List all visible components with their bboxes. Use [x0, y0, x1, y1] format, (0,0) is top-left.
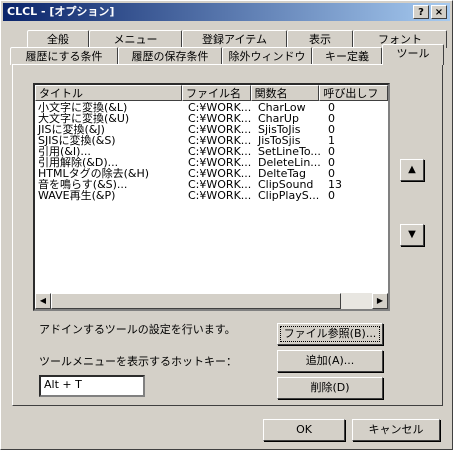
- horizontal-scrollbar[interactable]: ◀ ▶: [35, 293, 388, 309]
- tab-general[interactable]: 全般: [27, 30, 89, 48]
- tools-listview[interactable]: タイトル ファイル名 関数名 呼び出しフ 小文字に変換(&L) C:¥WORK..…: [33, 83, 390, 311]
- hotkey-input[interactable]: Alt + T: [39, 375, 145, 397]
- delete-button[interactable]: 削除(D): [277, 377, 383, 399]
- ok-button[interactable]: OK: [263, 419, 345, 441]
- list-rows: 小文字に変換(&L) C:¥WORK... CharLow 0 大文字に変換(&U) C…: [35, 102, 388, 201]
- table-row[interactable]: SJISに変換(&S) C:¥WORK... JisToSjis 1: [35, 135, 388, 146]
- tab-display[interactable]: 表示: [287, 30, 353, 48]
- tab-history-save[interactable]: 履歴の保存条件: [118, 47, 222, 65]
- title-bar[interactable]: CLCL - [オプション] ? ×: [3, 3, 450, 21]
- move-up-button[interactable]: ▲: [400, 159, 424, 181]
- cancel-button[interactable]: キャンセル: [352, 419, 440, 441]
- add-button[interactable]: 追加(A)...: [277, 350, 383, 372]
- tab-key-definition[interactable]: キー定義: [312, 47, 382, 65]
- tab-exclude-window[interactable]: 除外ウィンドウ: [222, 47, 312, 65]
- hotkey-label: ツールメニューを表示するホットキー：: [39, 355, 237, 368]
- window-title: CLCL - [オプション]: [7, 5, 115, 18]
- tab-menu[interactable]: メニュー: [89, 30, 182, 48]
- column-function[interactable]: 関数名: [250, 85, 320, 101]
- tab-history-conditions[interactable]: 履歴にする条件: [10, 47, 118, 65]
- tab-registered-items[interactable]: 登録アイテム: [182, 30, 287, 48]
- browse-file-button[interactable]: ファイル参照(B)...: [277, 323, 383, 345]
- column-title[interactable]: タイトル: [35, 85, 183, 101]
- list-header: タイトル ファイル名 関数名 呼び出しフ: [35, 85, 388, 101]
- triangle-up-icon: ▲: [408, 164, 416, 175]
- close-button[interactable]: ×: [431, 5, 447, 19]
- table-row[interactable]: HTMLタグの除去(&H) C:¥WORK... DelteTag 0: [35, 168, 388, 179]
- column-filename[interactable]: ファイル名: [182, 85, 251, 101]
- options-window: CLCL - [オプション] ? × 全般 メニュー 登録アイテム 表示 フォン…: [0, 0, 453, 450]
- table-row[interactable]: 小文字に変換(&L) C:¥WORK... CharLow 0: [35, 102, 388, 113]
- table-row[interactable]: 大文字に変換(&U) C:¥WORK... CharUp 0: [35, 113, 388, 124]
- help-button[interactable]: ?: [413, 5, 429, 19]
- description-text: アドインするツールの設定を行います。: [39, 323, 236, 336]
- scroll-right-icon[interactable]: ▶: [372, 293, 388, 309]
- triangle-down-icon: ▼: [408, 229, 416, 240]
- table-row[interactable]: 引用(&I)... C:¥WORK... SetLineTo... 0: [35, 146, 388, 157]
- table-row[interactable]: WAVE再生(&P) C:¥WORK... ClipPlayS... 0: [35, 190, 388, 201]
- table-row[interactable]: 引用解除(&D)... C:¥WORK... DeleteLin... 0: [35, 157, 388, 168]
- column-call-type[interactable]: 呼び出しフ: [319, 85, 388, 101]
- move-down-button[interactable]: ▼: [400, 224, 424, 246]
- scroll-thumb[interactable]: [51, 293, 341, 309]
- table-row[interactable]: 音を鳴らす(&S)... C:¥WORK... ClipSound 13: [35, 179, 388, 190]
- tab-tools[interactable]: ツール: [382, 44, 444, 65]
- scroll-left-icon[interactable]: ◀: [35, 293, 51, 309]
- table-row[interactable]: JISに変換(&J) C:¥WORK... SjisToJis 0: [35, 124, 388, 135]
